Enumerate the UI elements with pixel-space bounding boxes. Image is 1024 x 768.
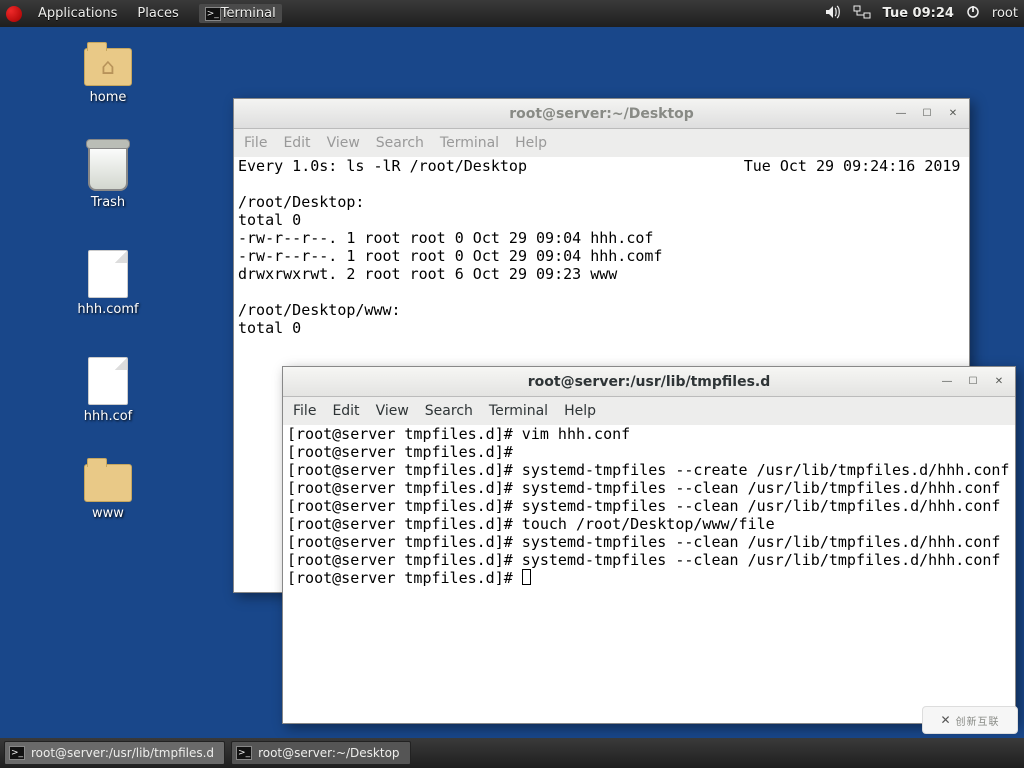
menu-help[interactable]: Help — [515, 135, 547, 151]
top-panel: Applications Places >_ Terminal Tue 09:2… — [0, 0, 1024, 27]
home-folder-icon — [84, 48, 132, 86]
taskbar-button[interactable]: >_ root@server:~/Desktop — [231, 741, 410, 765]
desktop-icon-label: www — [92, 506, 124, 521]
window-title: root@server:~/Desktop — [234, 106, 969, 122]
terminal-window-tmpfiles: root@server:/usr/lib/tmpfiles.d — ☐ ✕ Fi… — [282, 366, 1016, 724]
user-label[interactable]: root — [992, 6, 1018, 21]
menu-file[interactable]: File — [293, 403, 316, 419]
system-tray: Tue 09:24 root — [825, 5, 1019, 23]
terminal-icon: >_ — [236, 746, 252, 760]
folder-icon — [84, 464, 132, 502]
clock-label[interactable]: Tue 09:24 — [883, 6, 954, 21]
distro-logo-icon — [6, 6, 22, 22]
desktop-icon-home[interactable]: home — [58, 48, 158, 105]
watermark-label: 创新互联 — [956, 713, 1000, 728]
maximize-button[interactable]: ☐ — [915, 104, 939, 124]
bottom-taskbar: >_ root@server:/usr/lib/tmpfiles.d >_ root@… — [0, 738, 1024, 768]
volume-icon[interactable] — [825, 5, 841, 23]
terminal-icon: >_ — [9, 746, 25, 760]
trash-icon — [88, 145, 128, 191]
desktop-icon-label: hhh.comf — [77, 302, 138, 317]
terminal-icon: >_ — [205, 7, 221, 21]
active-app-label: Terminal — [221, 6, 276, 21]
menu-file[interactable]: File — [244, 135, 267, 151]
file-icon — [88, 357, 128, 405]
taskbar-button[interactable]: >_ root@server:/usr/lib/tmpfiles.d — [4, 741, 225, 765]
network-icon[interactable] — [853, 5, 871, 23]
menu-edit[interactable]: Edit — [332, 403, 359, 419]
menu-view[interactable]: View — [376, 403, 409, 419]
taskbar-button-label: root@server:/usr/lib/tmpfiles.d — [31, 746, 214, 760]
desktop-icons: home Trash hhh.comf hhh.cof www — [58, 48, 158, 521]
menubar: File Edit View Search Terminal Help — [283, 397, 1015, 425]
close-button[interactable]: ✕ — [941, 104, 965, 124]
menu-terminal[interactable]: Terminal — [489, 403, 548, 419]
menu-search[interactable]: Search — [376, 135, 424, 151]
applications-menu[interactable]: Applications — [28, 6, 127, 21]
places-menu[interactable]: Places — [127, 6, 188, 21]
terminal-output[interactable]: [root@server tmpfiles.d]# vim hhh.conf [… — [283, 425, 1015, 723]
desktop-icon-hhh-cof[interactable]: hhh.cof — [58, 357, 158, 424]
desktop-icon-Trash[interactable]: Trash — [58, 145, 158, 210]
power-icon[interactable] — [966, 5, 980, 23]
menu-edit[interactable]: Edit — [283, 135, 310, 151]
desktop-icon-label: Trash — [91, 195, 125, 210]
menu-view[interactable]: View — [327, 135, 360, 151]
menu-help[interactable]: Help — [564, 403, 596, 419]
titlebar[interactable]: root@server:/usr/lib/tmpfiles.d — ☐ ✕ — [283, 367, 1015, 397]
desktop-icon-www[interactable]: www — [58, 464, 158, 521]
desktop-icon-label: home — [90, 90, 127, 105]
minimize-button[interactable]: — — [935, 372, 959, 392]
menu-search[interactable]: Search — [425, 403, 473, 419]
taskbar-button-label: root@server:~/Desktop — [258, 746, 399, 760]
desktop-icon-hhh-comf[interactable]: hhh.comf — [58, 250, 158, 317]
menu-terminal[interactable]: Terminal — [440, 135, 499, 151]
terminal-cursor — [522, 569, 531, 585]
active-app-indicator[interactable]: >_ Terminal — [199, 4, 282, 23]
minimize-button[interactable]: — — [889, 104, 913, 124]
maximize-button[interactable]: ☐ — [961, 372, 985, 392]
watermark: ✕创新互联 — [922, 706, 1018, 734]
desktop-icon-label: hhh.cof — [84, 409, 133, 424]
titlebar[interactable]: root@server:~/Desktop — ☐ ✕ — [234, 99, 969, 129]
close-button[interactable]: ✕ — [987, 372, 1011, 392]
window-title: root@server:/usr/lib/tmpfiles.d — [283, 374, 1015, 390]
file-icon — [88, 250, 128, 298]
menubar: File Edit View Search Terminal Help — [234, 129, 969, 157]
